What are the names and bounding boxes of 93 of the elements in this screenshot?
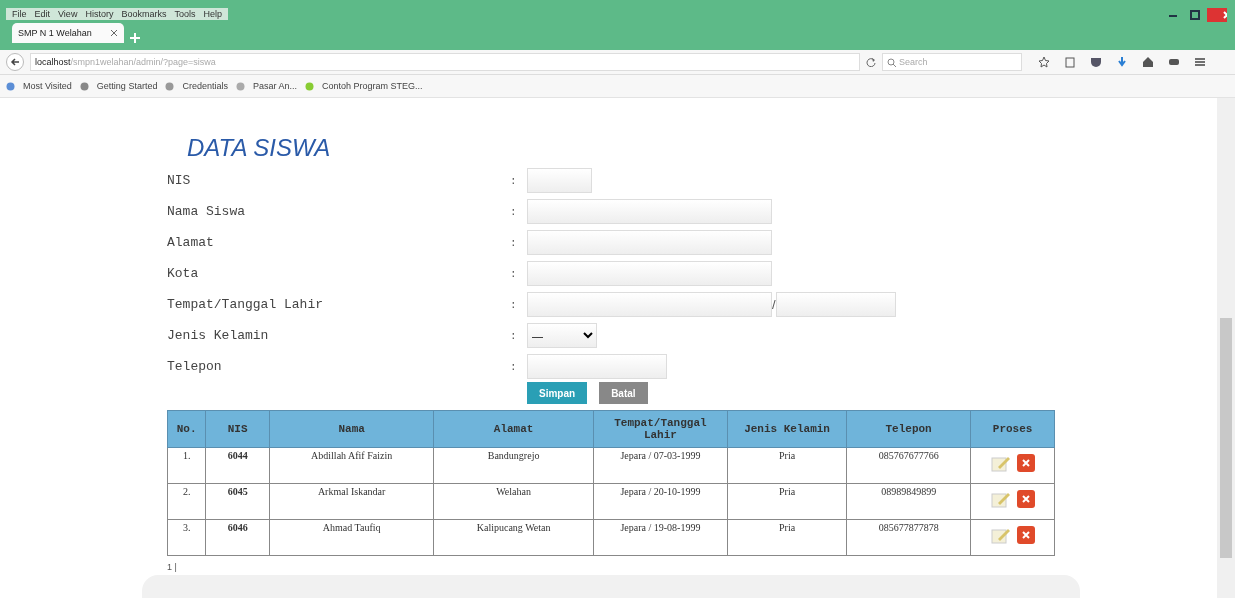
close-icon[interactable] [1207,8,1227,22]
input-field[interactable] [775,292,896,317]
bookmark-icon [165,81,175,91]
field-label: Telepon [167,359,222,374]
table-cell: Ahmad Taufiq [269,519,434,556]
download-icon[interactable] [1116,56,1128,68]
column-header: Tempat/Tanggal Lahir [593,410,728,448]
table-cell: Jepara / 07-03-1999 [593,447,728,484]
input-field[interactable] [527,199,772,224]
column-header: No. [167,410,206,448]
clipboard-icon[interactable] [1064,56,1076,68]
select-field[interactable]: — [527,323,597,348]
scrollbar-thumb[interactable] [1220,318,1232,558]
menu-item[interactable]: Bookmarks [121,9,167,19]
bookmark-item[interactable]: Credentials [182,81,228,91]
menu-item[interactable]: Help [203,9,222,19]
colon: : [510,205,517,218]
column-header: NIS [205,410,270,448]
column-header: Alamat [433,410,594,448]
input-field[interactable] [527,354,667,379]
table-cell: Abdillah Afif Faizin [269,447,434,484]
table-cell: 3. [167,519,206,556]
star-icon[interactable] [1038,56,1050,68]
input-field[interactable] [527,261,772,286]
table-cell: Welahan [433,483,594,520]
colon: : [510,174,517,187]
menu-item[interactable]: Edit [34,9,51,19]
browser-tab[interactable]: SMP N 1 Welahan [12,23,124,43]
plus-icon[interactable] [130,33,140,43]
back-button[interactable] [6,53,24,71]
table-cell: Arkmal Iskandar [269,483,434,520]
field-label: Tempat/Tanggal Lahir [167,297,324,312]
column-header: Telepon [846,410,971,448]
field-label: Jenis Kelamin [167,328,269,343]
bookmark-icon [79,81,89,91]
table-cell: Kalipucang Wetan [433,519,594,556]
colon: : [510,329,517,342]
menu-item[interactable]: File [12,9,27,19]
table-cell: Bandungrejo [433,447,594,484]
colon: : [510,298,517,311]
home-icon[interactable] [1142,56,1154,68]
close-icon[interactable] [110,29,118,37]
table-cell: 6045 [205,483,270,520]
bookmark-icon [235,81,245,91]
menu-icon[interactable] [1194,56,1206,68]
pagination: 1 | [167,562,177,572]
input-field[interactable] [527,230,772,255]
field-label: Nama Siswa [167,204,245,219]
table-cell: 1. [167,447,206,484]
menu-item[interactable]: History [85,9,114,19]
colon: : [510,236,517,249]
bookmark-item[interactable]: Contoh Program STEG... [321,81,423,91]
table-cell: Jepara / 19-08-1999 [593,519,728,556]
chat-icon[interactable] [1168,56,1180,68]
column-header: Jenis Kelamin [727,410,847,448]
colon: : [510,267,517,280]
address-bar[interactable]: localhost/smpn1welahan/admin/?page=siswa [30,53,860,71]
slash: / [772,297,776,312]
input-field[interactable] [527,168,592,193]
field-label: NIS [167,173,191,188]
table-cell: 085677877878 [846,519,971,556]
table-cell: Jepara / 20-10-1999 [593,483,728,520]
table-cell: 6044 [205,447,270,484]
table-cell: 085767677766 [846,447,971,484]
search-icon [887,57,896,67]
colon: : [510,360,517,373]
delete-icon[interactable] [1016,526,1035,546]
bookmark-icon [304,81,314,91]
bookmark-item[interactable]: Getting Started [96,81,158,91]
table-cell: 2. [167,483,206,520]
reload-icon[interactable] [866,57,876,67]
form-button[interactable]: Batal [599,382,648,404]
column-header: Nama [269,410,434,448]
field-label: Kota [167,266,199,281]
menu-item[interactable]: View [58,9,78,19]
table-cell: 08989849899 [846,483,971,520]
scrollbar[interactable] [1217,98,1235,598]
back-arrow-icon [10,57,20,67]
table-cell: 6046 [205,519,270,556]
bookmark-item[interactable]: Most Visited [23,81,72,91]
input-field[interactable] [527,292,772,317]
bookmark-item[interactable]: Pasar An... [252,81,297,91]
column-header: Proses [970,410,1055,448]
table-cell: Pria [727,519,847,556]
page-title: DATA SISWA [187,134,331,162]
table-cell: Pria [727,483,847,520]
delete-icon[interactable] [1016,454,1035,474]
field-label: Alamat [167,235,214,250]
menu-item[interactable]: Tools [174,9,196,19]
table-cell: Pria [727,447,847,484]
pocket-icon[interactable] [1090,56,1102,68]
delete-icon[interactable] [1016,490,1035,510]
bookmark-icon [6,81,15,91]
